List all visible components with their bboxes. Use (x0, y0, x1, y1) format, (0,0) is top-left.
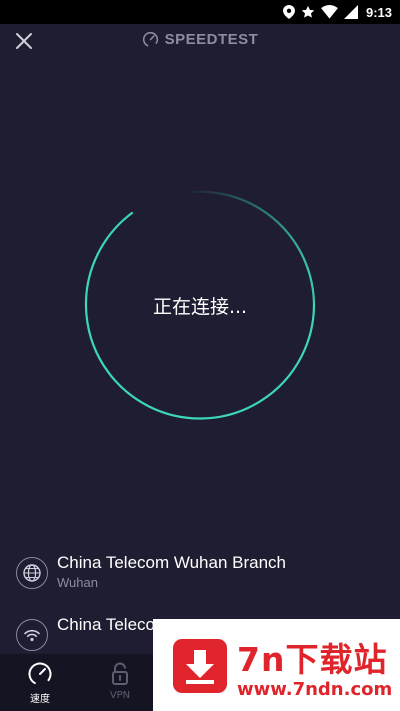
star-icon (301, 5, 315, 18)
watermark-url: www.7ndn.com (237, 679, 393, 700)
globe-icon (16, 557, 48, 589)
server-city: Wuhan (57, 575, 98, 590)
unlock-icon (112, 662, 128, 685)
watermark-title: 7n下载站 (237, 640, 388, 679)
signal-icon (343, 5, 358, 19)
speed-gauge-icon (28, 662, 52, 686)
header: SPEEDTEST (0, 24, 400, 58)
location-icon (282, 5, 295, 19)
status-time: 9:13 (365, 4, 392, 20)
connecting-ring: 正在连接... (80, 186, 320, 426)
speedometer-icon (142, 31, 158, 48)
app-title-text: SPEEDTEST (164, 31, 259, 48)
speedtest-screen: 9:13 SPEEDTEST 正在连接... China Telecom Wuh… (0, 0, 400, 711)
nav-label-vpn: VPN (109, 690, 131, 701)
nav-item-speed[interactable]: 速度 (0, 654, 80, 711)
wifi-icon (321, 5, 338, 19)
server-row[interactable]: China Telecom Wuhan Branch Wuhan (16, 553, 400, 593)
connecting-label: 正在连接... (152, 296, 248, 318)
app-title: SPEEDTEST (0, 31, 400, 48)
nav-item-vpn[interactable]: VPN (80, 654, 160, 711)
status-bar: 9:13 (0, 0, 400, 24)
download-logo-icon (173, 639, 227, 693)
nav-label-speed: 速度 (30, 694, 50, 705)
wifi-network-icon (16, 619, 48, 651)
ring-arc-faded (190, 190, 316, 306)
server-provider: China Telecom Wuhan Branch (57, 553, 287, 572)
status-icons: 9:13 (282, 0, 392, 24)
watermark-overlay: 7n下载站 www.7ndn.com (153, 619, 400, 711)
